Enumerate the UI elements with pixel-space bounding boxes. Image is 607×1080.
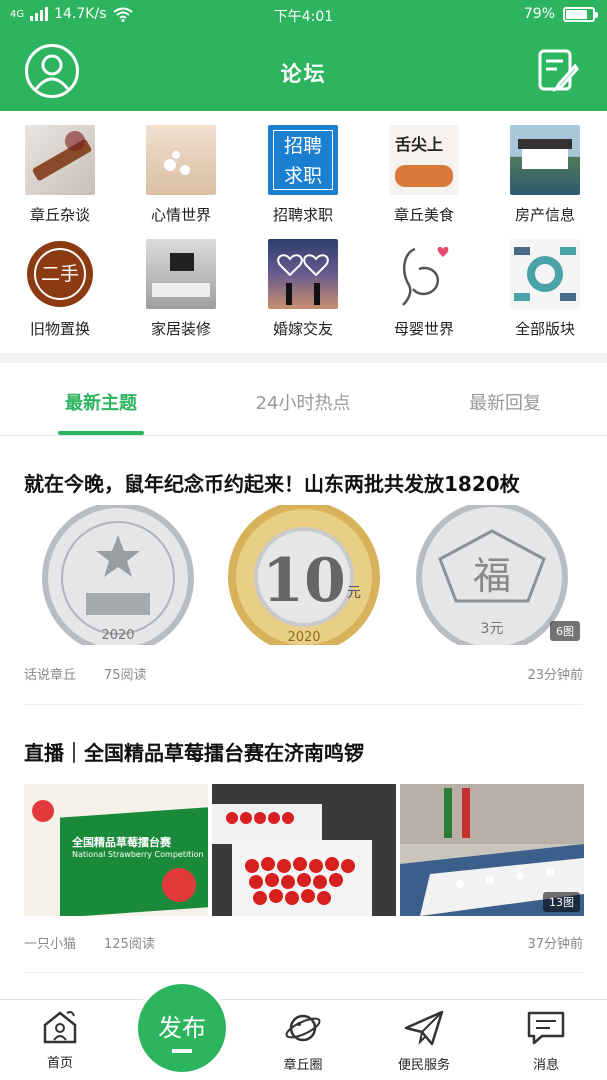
post-title[interactable]: 就在今晚，鼠年纪念币约起来！山东两批共发放1820枚: [24, 468, 520, 497]
post-image[interactable]: 10 元 2020: [212, 505, 396, 645]
feed-tabs: 最新主题 24小时热点 最新回复: [0, 363, 607, 436]
post-image[interactable]: 2020: [24, 505, 208, 645]
coin-1-year: 2020: [101, 628, 134, 643]
paper-plane-icon: [404, 1010, 444, 1046]
app-header: 4G 14.7K/s 下午4:01 79% 论坛: [0, 0, 607, 111]
category-label: 房产信息: [514, 206, 575, 224]
post-author[interactable]: 一只小猫: [24, 933, 76, 952]
tab-latest-replies[interactable]: 最新回复: [430, 389, 580, 415]
active-tab-indicator: [58, 431, 144, 435]
coin-2-year: 2020: [287, 630, 320, 645]
post-divider: [24, 972, 583, 973]
food-sign-text: 舌尖上: [395, 135, 444, 154]
nav-home[interactable]: 首页: [10, 1010, 110, 1071]
food-photo: 舌尖上: [389, 125, 459, 195]
status-bar: 4G 14.7K/s 下午4:01 79%: [0, 0, 607, 30]
nav-circle[interactable]: 章丘圈: [253, 1010, 353, 1073]
mother-baby-icon: [389, 239, 459, 309]
post-reads: 75阅读: [104, 668, 147, 683]
second-hand-badge: 二手: [25, 239, 95, 309]
edit-note-icon: [538, 49, 579, 93]
battery-icon: [563, 6, 598, 22]
nav-messages[interactable]: 消息: [496, 1010, 596, 1073]
banner-subtitle: National Strawberry Competition: [72, 850, 204, 859]
message-icon: [527, 1011, 565, 1045]
image-count-badge: 13图: [543, 892, 580, 912]
category-chatter[interactable]: 章丘杂谈: [5, 125, 115, 225]
tab-24h-hot[interactable]: 24小时热点: [228, 389, 378, 415]
guzheng-photo: [25, 125, 95, 195]
battery-percent: 79%: [523, 6, 555, 22]
nav-label: 首页: [46, 1056, 73, 1071]
nav-label: 消息: [532, 1058, 559, 1073]
post-image[interactable]: 福 3元 6图: [400, 505, 584, 645]
page-title: 论坛: [280, 62, 327, 86]
planet-icon: [285, 1014, 321, 1042]
flowers-photo: [146, 125, 216, 195]
category-label: 全部版块: [514, 320, 575, 338]
coin-3-char: 福: [473, 554, 511, 598]
nav-label: 便民服务: [397, 1058, 450, 1073]
second-hand-text: 二手: [34, 248, 86, 300]
category-secondhand[interactable]: 二手 旧物置换: [5, 239, 115, 339]
category-label: 母婴世界: [393, 320, 454, 338]
image-count-badge: 6图: [550, 621, 580, 641]
publish-label: 发布: [158, 1014, 206, 1042]
category-all-boards[interactable]: 全部版块: [490, 239, 600, 339]
publish-lines-icon: [172, 1049, 192, 1053]
category-food[interactable]: 舌尖上 章丘美食: [369, 125, 479, 225]
nav-label: 章丘圈: [283, 1058, 323, 1073]
section-separator: [0, 353, 607, 363]
category-label: 家居装修: [150, 320, 211, 338]
post-time: 37分钟前: [527, 937, 583, 952]
tab-latest-topics[interactable]: 最新主题: [26, 389, 176, 415]
recruit-sign-line2: 求职: [283, 165, 322, 187]
coin-2-value: 10: [262, 546, 346, 616]
category-dating[interactable]: 婚嫁交友: [248, 239, 358, 339]
recruit-sign: 招聘 求职: [268, 125, 338, 195]
category-label: 旧物置换: [29, 320, 90, 338]
compose-button[interactable]: [537, 48, 581, 94]
all-boards-icon: [510, 239, 580, 309]
category-label: 招聘求职: [272, 206, 333, 224]
publish-button[interactable]: 发布: [134, 980, 230, 1076]
category-motherbaby[interactable]: 母婴世界: [369, 239, 479, 339]
living-room-photo: [146, 239, 216, 309]
post-image[interactable]: [212, 784, 396, 916]
post-divider: [24, 704, 583, 705]
home-icon: [43, 1011, 77, 1044]
coin-2-unit: 元: [347, 585, 361, 601]
category-label: 婚嫁交友: [272, 320, 333, 338]
post-image[interactable]: 13图: [400, 784, 584, 916]
category-decor[interactable]: 家居装修: [126, 239, 236, 339]
category-label: 章丘美食: [393, 206, 454, 224]
category-jobs[interactable]: 招聘 求职 招聘求职: [248, 125, 358, 225]
coin-3-value: 3元: [481, 621, 504, 637]
category-mood[interactable]: 心情世界: [126, 125, 236, 225]
category-grid: 章丘杂谈 心情世界 招聘 求职 招聘求职 舌尖上 章丘美食 房产信息 二手 旧物…: [0, 111, 607, 353]
post-title[interactable]: 直播｜全国精品草莓擂台赛在济南鸣锣: [24, 737, 364, 766]
bottom-navigation: 首页 章丘圈 便民服务 消息: [0, 999, 607, 1080]
post-reads: 125阅读: [104, 937, 155, 952]
nav-services[interactable]: 便民服务: [374, 1010, 474, 1073]
post-image[interactable]: 全国精品草莓擂台赛 National Strawberry Competitio…: [24, 784, 208, 916]
category-label: 心情世界: [150, 206, 211, 224]
recruit-sign-line1: 招聘: [283, 135, 322, 157]
status-time: 下午4:01: [273, 9, 334, 25]
category-realestate[interactable]: 房产信息: [490, 125, 600, 225]
banner-title: 全国精品草莓擂台赛: [72, 836, 171, 849]
post-author[interactable]: 话说章丘: [24, 664, 76, 683]
post-time: 23分钟前: [527, 668, 583, 683]
category-label: 章丘杂谈: [29, 206, 90, 224]
house-photo: [510, 125, 580, 195]
couple-hearts-photo: [268, 239, 338, 309]
